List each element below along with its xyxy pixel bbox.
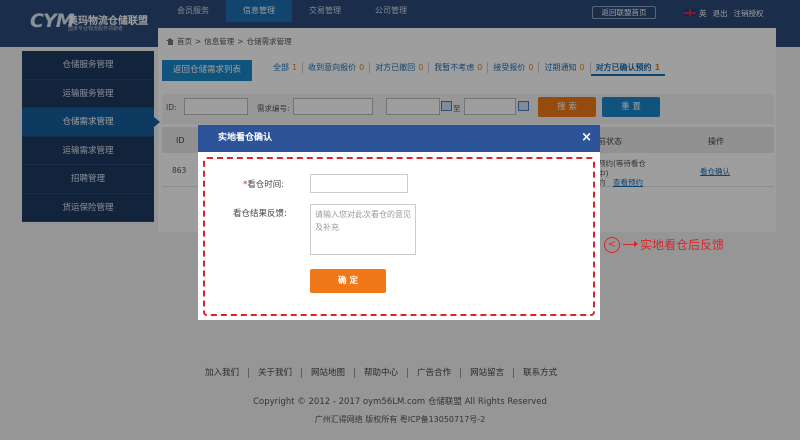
dialog-header: 实地看仓确认 ×	[198, 125, 600, 152]
close-icon[interactable]: ×	[581, 125, 592, 150]
annotation-circle-icon: <	[604, 236, 620, 253]
arrow-right-icon	[623, 241, 638, 247]
annotation-callout: < 实地看仓后反馈	[604, 236, 724, 253]
inspection-time-text: 看仓时间:	[247, 180, 285, 190]
dialog-title: 实地看仓确认	[218, 133, 273, 143]
feedback-label: 看仓结果反馈:	[233, 209, 287, 219]
confirm-button[interactable]: 确 定	[310, 269, 386, 293]
annotation-text: 实地看仓后反馈	[640, 238, 725, 252]
inspection-time-input[interactable]	[310, 174, 408, 193]
inspection-confirm-dialog: 实地看仓确认 × *看仓时间: 看仓结果反馈: 请输入您对此次看仓的意见及补充 …	[198, 125, 600, 320]
inspection-time-label: *看仓时间:	[243, 178, 284, 190]
highlight-box: *看仓时间: 看仓结果反馈: 请输入您对此次看仓的意见及补充 确 定	[203, 157, 595, 316]
feedback-textarea[interactable]: 请输入您对此次看仓的意见及补充	[310, 204, 416, 255]
